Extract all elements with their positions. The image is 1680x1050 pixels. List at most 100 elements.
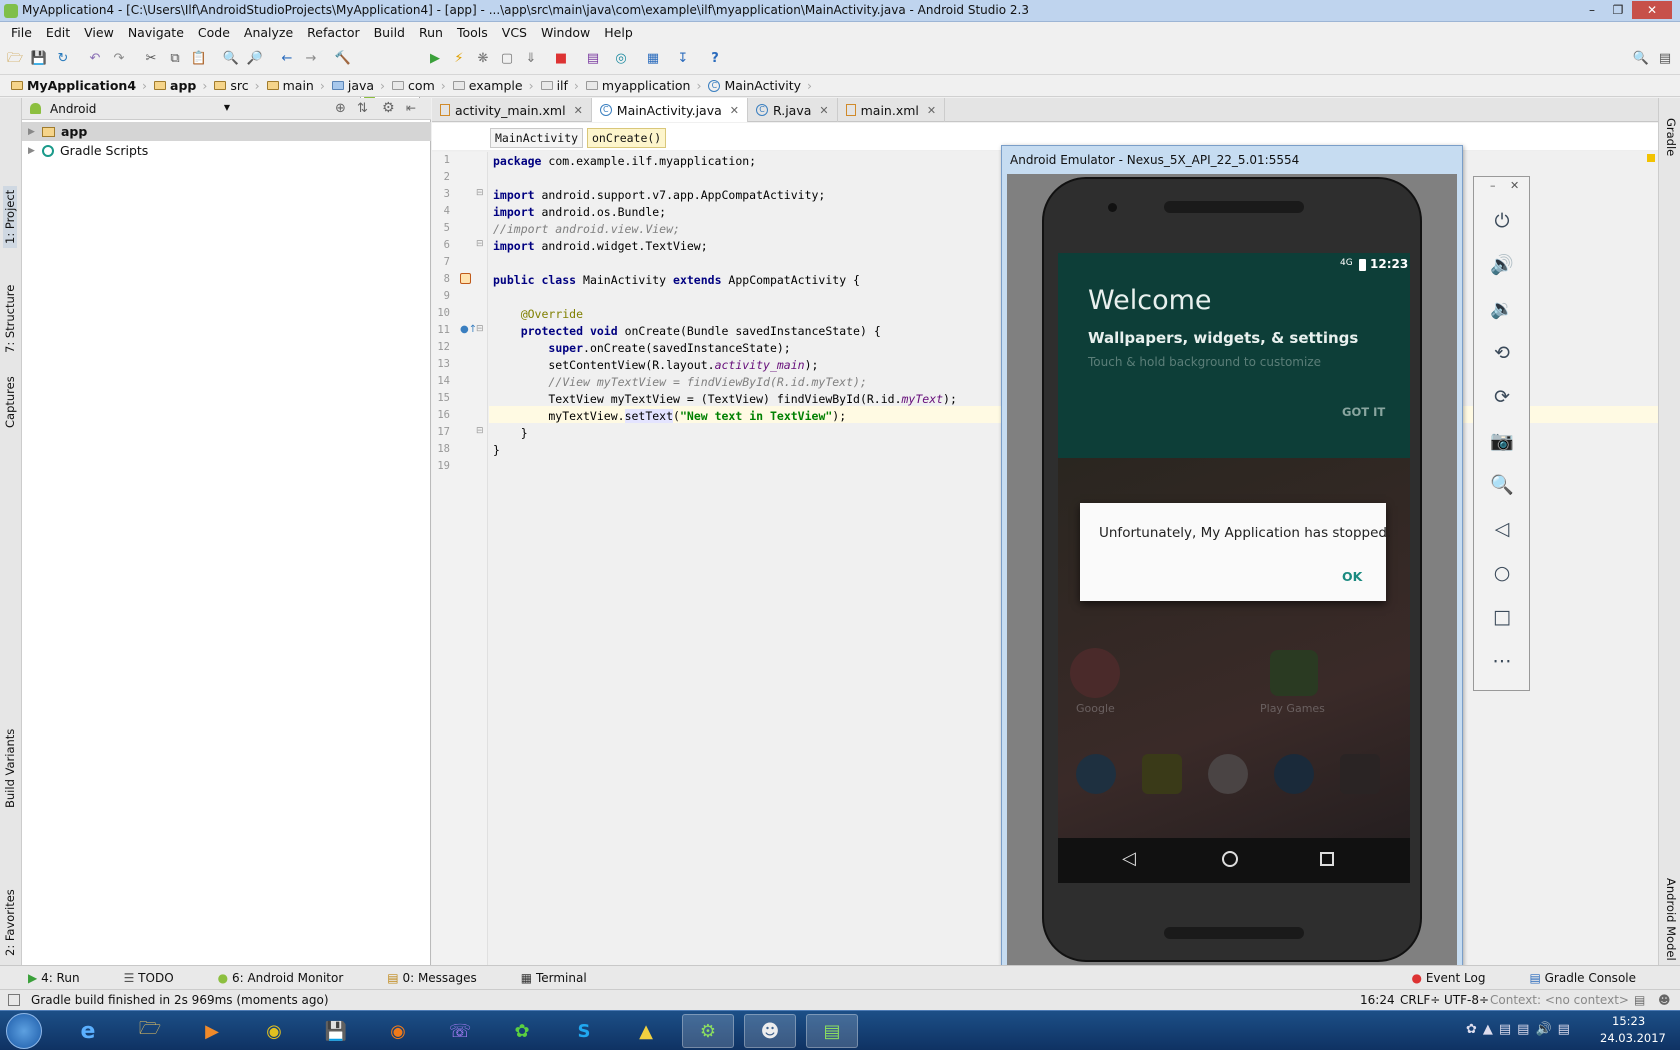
fold-marker-icon[interactable]: ⊟ bbox=[476, 324, 484, 334]
skype-icon[interactable]: S bbox=[558, 1014, 610, 1048]
crumb-ilf[interactable]: ilf › bbox=[538, 78, 583, 93]
fold-marker-icon[interactable]: ⊟ bbox=[476, 239, 484, 249]
crumb-src[interactable]: src › bbox=[211, 78, 263, 93]
menu-build[interactable]: Build bbox=[367, 25, 412, 40]
internet-explorer-icon[interactable]: e bbox=[62, 1014, 114, 1048]
tab-captures[interactable]: Captures bbox=[3, 376, 17, 428]
tab-gradle-console[interactable]: ▤ Gradle Console bbox=[1529, 971, 1658, 985]
google-app-icon[interactable] bbox=[1070, 648, 1120, 698]
back-nav-icon[interactable]: ← bbox=[278, 50, 296, 68]
coverage-icon[interactable]: ▢ bbox=[498, 50, 516, 68]
tab-android-model[interactable]: Android Model bbox=[1664, 878, 1678, 961]
close-window-button[interactable]: ✕ bbox=[1632, 1, 1672, 19]
tab-build-variants[interactable]: Build Variants bbox=[3, 729, 17, 808]
line-separator[interactable]: CRLF÷ bbox=[1400, 993, 1440, 1007]
crumb-main[interactable]: main › bbox=[264, 78, 329, 93]
collapse-all-icon[interactable]: ⇅ bbox=[357, 101, 368, 116]
menu-navigate[interactable]: Navigate bbox=[121, 25, 191, 40]
tab-event-log[interactable]: ● Event Log bbox=[1412, 971, 1508, 985]
close-tab-icon[interactable]: ✕ bbox=[819, 104, 828, 117]
make-project-icon[interactable]: 🔨 bbox=[334, 50, 352, 68]
crumb-mainactivity[interactable]: C MainActivity › bbox=[705, 78, 816, 93]
search-everywhere-icon[interactable]: 🔍 bbox=[1632, 50, 1650, 68]
tab-favorites[interactable]: 2: Favorites bbox=[3, 889, 17, 956]
notepad-taskbar-icon[interactable]: ▤ bbox=[806, 1014, 858, 1048]
gradle-sync-icon[interactable]: ◎ bbox=[612, 50, 630, 68]
menu-refactor[interactable]: Refactor bbox=[300, 25, 366, 40]
inspector-icon[interactable]: ☻ bbox=[1658, 993, 1671, 1007]
more-icon[interactable]: ⋯ bbox=[1488, 647, 1516, 675]
bat-mail-icon[interactable]: ▲ bbox=[620, 1014, 672, 1048]
tab-structure[interactable]: 7: Structure bbox=[3, 285, 17, 353]
tab-activity-main-xml[interactable]: activity_main.xml ✕ bbox=[432, 98, 592, 122]
save-app-icon[interactable]: 💾 bbox=[310, 1014, 362, 1048]
cut-icon[interactable]: ✂ bbox=[142, 50, 160, 68]
tab-messages[interactable]: ▤ 0: Messages bbox=[387, 971, 499, 985]
crumb-app[interactable]: app › bbox=[151, 78, 211, 93]
tree-item-gradle-scripts[interactable]: ▶ Gradle Scripts bbox=[22, 141, 431, 160]
crumb-example[interactable]: example › bbox=[450, 78, 538, 93]
maximize-button[interactable]: ❐ bbox=[1606, 1, 1630, 19]
nav-recents-icon[interactable] bbox=[1320, 852, 1334, 866]
file-encoding[interactable]: UTF-8÷ bbox=[1444, 993, 1489, 1007]
minimize-button[interactable]: – bbox=[1580, 1, 1604, 19]
viber-icon[interactable]: ☏ bbox=[434, 1014, 486, 1048]
tab-gradle[interactable]: Gradle bbox=[1664, 118, 1678, 156]
tab-mainactivity-java[interactable]: C MainActivity.java ✕ bbox=[591, 98, 748, 122]
project-structure-icon[interactable]: ▦ bbox=[644, 50, 662, 68]
crumb-com[interactable]: com › bbox=[389, 78, 450, 93]
fold-marker-icon[interactable]: ⊟ bbox=[476, 426, 484, 436]
chrome-icon[interactable]: ◉ bbox=[248, 1014, 300, 1048]
tray-icons[interactable]: ✿▲▤▤🔊▤ bbox=[1466, 1022, 1576, 1037]
instant-run-icon[interactable]: ⚡ bbox=[450, 50, 468, 68]
tab-main-xml[interactable]: main.xml ✕ bbox=[838, 98, 946, 122]
scroll-from-source-icon[interactable]: ⊕ bbox=[335, 101, 346, 116]
icq-icon[interactable]: ✿ bbox=[496, 1014, 548, 1048]
menu-help[interactable]: Help bbox=[597, 25, 640, 40]
code-crumb-method[interactable]: onCreate() bbox=[587, 128, 667, 148]
sync-icon[interactable]: ↻ bbox=[54, 50, 72, 68]
sdk-manager-icon[interactable]: ↧ bbox=[674, 50, 692, 68]
firefox-icon[interactable]: ◉ bbox=[372, 1014, 424, 1048]
class-marker-icon[interactable] bbox=[460, 273, 471, 284]
nav-home-icon[interactable] bbox=[1222, 851, 1238, 867]
media-player-icon[interactable]: ▶ bbox=[186, 1014, 238, 1048]
tab-todo[interactable]: ☰ TODO bbox=[124, 971, 196, 985]
camera-app-icon[interactable] bbox=[1340, 754, 1380, 794]
panel-minimize-button[interactable]: – bbox=[1490, 179, 1496, 192]
menu-run[interactable]: Run bbox=[412, 25, 450, 40]
gear-icon[interactable]: ⚙ bbox=[382, 100, 395, 116]
tree-item-app[interactable]: ▶ app bbox=[22, 122, 431, 141]
menu-edit[interactable]: Edit bbox=[39, 25, 77, 40]
android-studio-taskbar-icon[interactable]: ⚙ bbox=[682, 1014, 734, 1048]
menu-vcs[interactable]: VCS bbox=[495, 25, 534, 40]
dialog-ok-button[interactable]: OK bbox=[1342, 569, 1362, 584]
volume-down-icon[interactable]: 🔉 bbox=[1488, 295, 1516, 323]
zoom-icon[interactable]: 🔍 bbox=[1488, 471, 1516, 499]
power-icon[interactable]: ⏻ bbox=[1488, 207, 1516, 235]
close-tab-icon[interactable]: ✕ bbox=[574, 104, 583, 117]
event-icon[interactable]: ▤ bbox=[1656, 50, 1674, 68]
project-view-select[interactable]: Android ▼ bbox=[50, 102, 230, 116]
app-drawer-icon[interactable] bbox=[1208, 754, 1248, 794]
fold-marker-icon[interactable]: ⊟ bbox=[476, 188, 484, 198]
avd-manager-icon[interactable]: ▤ bbox=[584, 50, 602, 68]
tool-window-toggle-icon[interactable] bbox=[8, 994, 20, 1006]
emulator-taskbar-icon[interactable]: ☻ bbox=[744, 1014, 796, 1048]
home-icon[interactable]: ○ bbox=[1488, 559, 1516, 587]
save-all-icon[interactable]: 💾 bbox=[30, 50, 48, 68]
rotate-right-icon[interactable]: ⟳ bbox=[1488, 383, 1516, 411]
panel-close-button[interactable]: ✕ bbox=[1510, 179, 1519, 192]
paste-icon[interactable]: 📋 bbox=[190, 50, 208, 68]
tab-android-monitor[interactable]: ● 6: Android Monitor bbox=[218, 971, 366, 985]
menu-code[interactable]: Code bbox=[191, 25, 237, 40]
tab-r-java[interactable]: C R.java ✕ bbox=[748, 98, 838, 122]
got-it-button[interactable]: GOT IT bbox=[1342, 405, 1385, 419]
menu-tools[interactable]: Tools bbox=[450, 25, 495, 40]
tab-terminal[interactable]: ▦ Terminal bbox=[521, 971, 609, 985]
debug-icon[interactable]: ❋ bbox=[474, 50, 492, 68]
start-button[interactable] bbox=[6, 1013, 42, 1049]
nav-back-icon[interactable]: ◁ bbox=[1122, 848, 1136, 869]
lock-icon[interactable]: ▤ bbox=[1634, 993, 1645, 1007]
crumb-java[interactable]: java › bbox=[329, 78, 389, 93]
